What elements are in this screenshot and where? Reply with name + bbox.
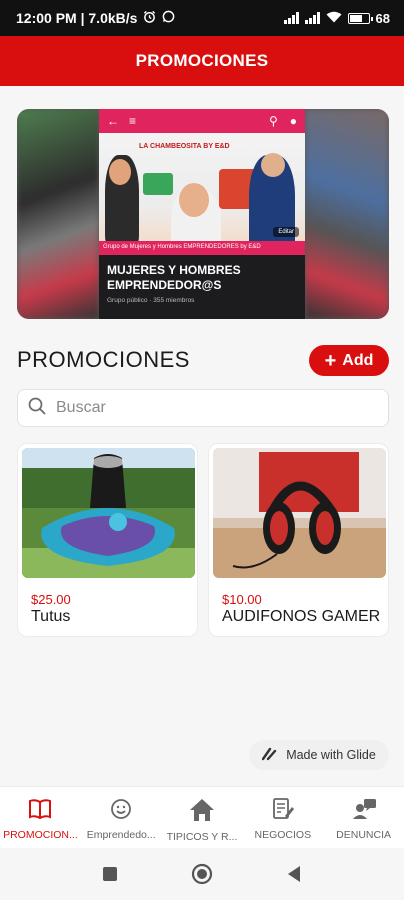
menu-icon: ≡ xyxy=(129,114,137,128)
product-image-audifonos xyxy=(213,448,386,578)
banner-cover-title: LA CHAMBEOSITA BY E&D xyxy=(139,143,230,150)
product-image-tutus xyxy=(22,448,195,578)
battery-icon xyxy=(347,12,373,24)
add-button[interactable]: + Add xyxy=(309,345,389,376)
status-bar: 12:00 PM | 7.0kB/s 68 xyxy=(0,0,404,36)
plus-icon: + xyxy=(324,349,337,372)
banner-screenshot: ← ≡ ⚲ ● LA CHAMBEOSITA BY E&D Grupo de M… xyxy=(99,109,305,319)
banner-group-name: MUJERES Y HOMBRES EMPRENDEDOR@S xyxy=(107,263,241,292)
tab-negocios[interactable]: NEGOCIOS xyxy=(242,787,323,848)
search-icon: ⚲ xyxy=(268,114,278,128)
tab-label: PROMOCION... xyxy=(3,829,78,841)
product-price: $10.00 xyxy=(222,592,262,607)
product-name: Tutus xyxy=(31,608,71,625)
smile-icon xyxy=(109,798,133,825)
banner-blur-left xyxy=(17,109,99,319)
tab-tipicos[interactable]: TIPICOS Y R... xyxy=(162,787,243,848)
system-navigation xyxy=(0,848,404,900)
banner-group-info: MUJERES Y HOMBRES EMPRENDEDOR@S Grupo pú… xyxy=(99,255,305,319)
banner-group-meta: Grupo público · 355 miembros xyxy=(107,297,195,304)
tab-label: DENUNCIA xyxy=(336,829,391,841)
battery-level: 68 xyxy=(375,10,390,26)
back-arrow-icon: ← xyxy=(107,114,119,128)
glide-badge-label: Made with Glide xyxy=(286,748,376,762)
tab-promociones[interactable]: PROMOCION... xyxy=(0,787,81,848)
whatsapp-icon xyxy=(162,10,175,26)
tab-label: TIPICOS Y R... xyxy=(166,831,238,843)
search-input[interactable] xyxy=(56,399,356,417)
alarm-icon xyxy=(143,10,156,26)
edit-document-icon xyxy=(271,798,295,825)
book-icon xyxy=(28,798,52,825)
banner-topbar: ← ≡ ⚲ ● xyxy=(99,109,305,133)
tab-denuncia[interactable]: DENUNCIA xyxy=(323,787,404,848)
status-time: 12:00 PM | 7.0kB/s xyxy=(16,10,138,26)
made-with-glide-badge[interactable]: Made with Glide xyxy=(249,740,389,770)
banner-blur-right xyxy=(305,109,389,319)
section-title: PROMOCIONES xyxy=(17,347,190,372)
shield-icon: ● xyxy=(289,114,297,128)
home-icon xyxy=(189,798,215,827)
bottom-navigation: PROMOCION... Emprendedo... TIPICOS Y R..… xyxy=(0,786,404,848)
recents-button[interactable] xyxy=(64,866,156,882)
glide-logo-icon xyxy=(261,747,278,764)
tab-label: NEGOCIOS xyxy=(254,829,312,841)
banner-cover-photo: LA CHAMBEOSITA BY E&D Grupo de Mujeres y… xyxy=(99,133,305,255)
app-header: PROMOCIONES xyxy=(0,36,404,86)
product-name: AUDIFONOS GAMER xyxy=(222,608,381,625)
person-chat-icon xyxy=(351,798,377,825)
add-button-label: Add xyxy=(342,351,374,369)
banner-image[interactable]: ← ≡ ⚲ ● LA CHAMBEOSITA BY E&D Grupo de M… xyxy=(17,109,389,319)
tab-label: Emprendedo... xyxy=(86,829,156,841)
product-price: $25.00 xyxy=(31,592,71,607)
banner-caption: Grupo de Mujeres y Hombres EMPRENDEDORES… xyxy=(99,241,305,255)
wifi-icon xyxy=(326,11,342,26)
page-title: PROMOCIONES xyxy=(135,51,269,70)
back-button[interactable] xyxy=(248,865,340,883)
search-icon xyxy=(28,397,46,420)
search-bar[interactable] xyxy=(17,389,389,427)
signal-icon xyxy=(304,12,320,24)
product-card[interactable]: $10.00 AUDIFONOS GAMER xyxy=(208,443,389,637)
home-button[interactable] xyxy=(156,863,248,885)
banner-edit-chip: Editar xyxy=(273,227,299,237)
signal-icon xyxy=(283,12,299,24)
tab-emprendedores[interactable]: Emprendedo... xyxy=(81,787,162,848)
product-card[interactable]: $25.00 Tutus xyxy=(17,443,198,637)
